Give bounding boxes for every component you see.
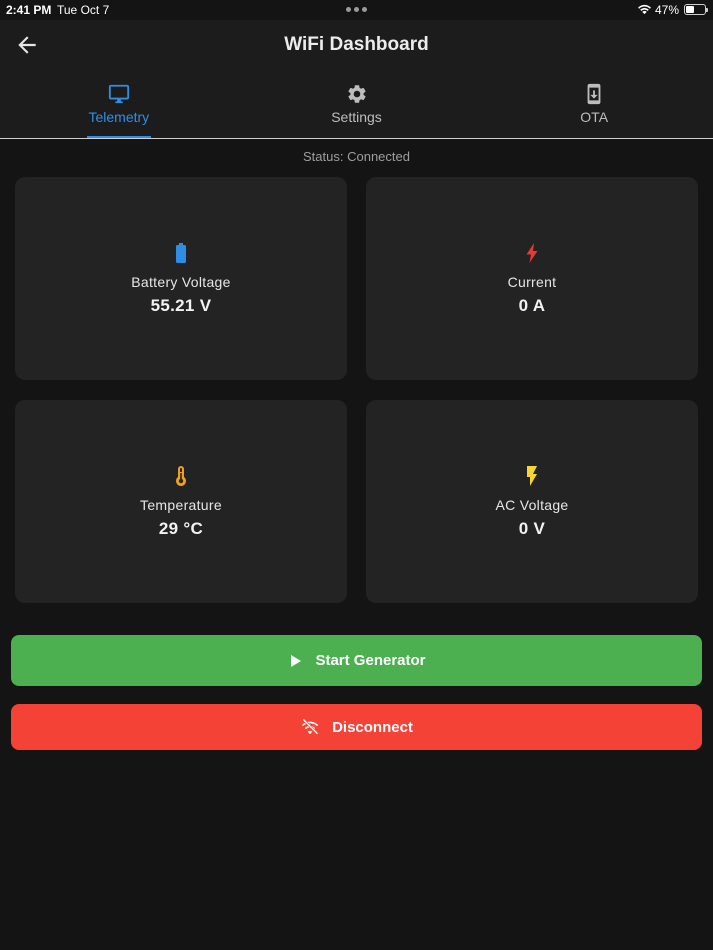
temperature-label: Temperature [140,497,222,513]
flash-icon [526,243,538,263]
tab-ota[interactable]: OTA [475,70,713,138]
current-value: 0 A [518,296,546,315]
start-generator-label: Start Generator [315,652,426,669]
ac-voltage-value: 0 V [518,519,546,538]
battery-icon [176,243,186,263]
phone-download-icon [587,83,601,105]
app-header: WiFi Dashboard [0,20,713,70]
tab-settings[interactable]: Settings [238,70,476,138]
gear-icon [347,85,366,103]
status-bar: 2:41 PM Tue Oct 7 47% [0,0,713,20]
battery-status-icon [684,4,708,15]
current-label: Current [507,274,557,290]
battery-percent: 47% [655,3,680,17]
wifi-icon [638,4,651,15]
app-screen: 2:41 PM Tue Oct 7 47% WiFi Dashboard Tel… [0,0,713,950]
tab-telemetry-label: Telemetry [88,109,150,125]
play-icon [291,654,302,667]
disconnect-button[interactable]: Disconnect [11,704,702,750]
thermometer-icon [176,466,186,486]
status-date: Tue Oct 7 [57,3,110,17]
temperature-value: 29 °C [158,519,204,538]
monitor-icon [108,84,129,104]
temperature-card: Temperature 29 °C [15,400,347,603]
battery-voltage-value: 55.21 V [150,296,212,315]
status-time: 2:41 PM [6,3,52,17]
battery-voltage-label: Battery Voltage [131,274,231,290]
bolt-icon [527,466,537,486]
page-title: WiFi Dashboard [284,34,429,55]
disconnect-label: Disconnect [332,718,413,736]
current-card: Current 0 A [366,177,698,380]
tab-settings-label: Settings [331,109,382,125]
battery-voltage-card: Battery Voltage 55.21 V [15,177,347,380]
ac-voltage-card: AC Voltage 0 V [366,400,698,603]
tab-ota-label: OTA [580,109,609,125]
connection-status: Status: Connected [303,149,410,164]
active-tab-indicator [86,136,151,138]
wifi-off-icon [301,718,319,735]
tab-bar: Telemetry Settings OTA [0,70,713,139]
tab-telemetry[interactable]: Telemetry [0,70,238,138]
ac-voltage-label: AC Voltage [495,497,569,513]
multitask-dots-icon[interactable] [346,7,367,12]
start-generator-button[interactable]: Start Generator [11,635,702,686]
